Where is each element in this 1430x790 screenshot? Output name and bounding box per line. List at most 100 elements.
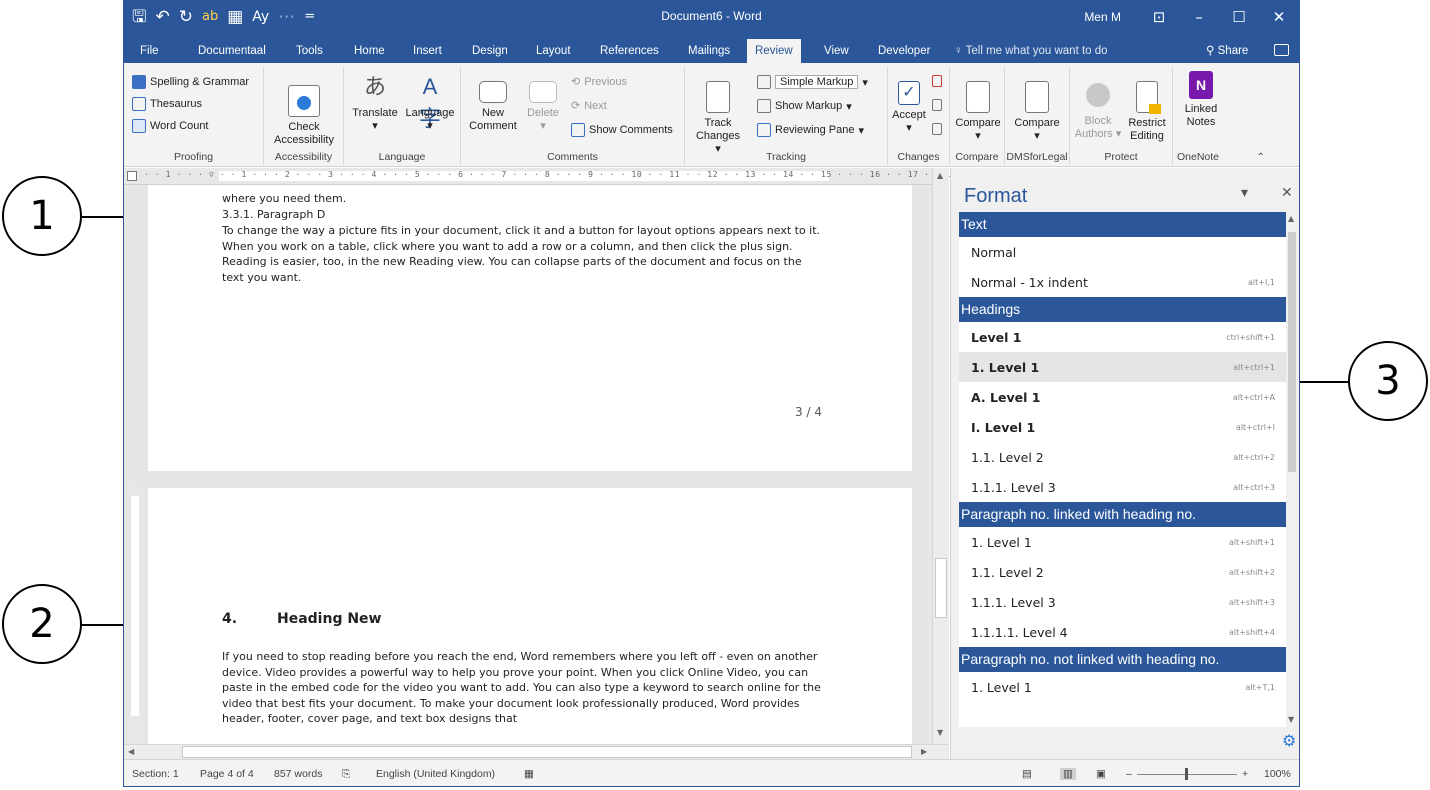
collapse-ribbon-icon[interactable]: ⌃ [1257, 152, 1265, 163]
style-item[interactable]: 1.1.1.1. Level 4 alt+shift+4 [959, 617, 1286, 647]
show-markup-button[interactable]: Show Markup ▾ [757, 99, 852, 113]
style-item[interactable]: Normal [959, 237, 1286, 267]
group-language: あ Translate ▾ A字 Language ▾ Language [344, 67, 461, 165]
status-page[interactable]: Page 4 of 4 [200, 768, 254, 780]
status-words[interactable]: 857 words [274, 768, 322, 780]
ribbon-display-icon[interactable]: ⊡ [1139, 8, 1179, 26]
tab-selector-icon[interactable] [127, 171, 137, 181]
minimize-icon[interactable]: – [1179, 8, 1219, 26]
next-comment-button[interactable]: ⟳ Next [571, 99, 607, 113]
language-icon: A字 [418, 74, 441, 131]
list-scroll-down-icon[interactable]: ▼ [1288, 715, 1294, 724]
next-change-button[interactable] [932, 123, 942, 135]
list-scroll-thumb[interactable] [1288, 232, 1296, 472]
word-count-button[interactable]: Word Count [132, 119, 209, 133]
tab-developer[interactable]: Developer [870, 39, 938, 63]
show-comments-button[interactable]: Show Comments [571, 123, 673, 137]
reviewing-pane-button[interactable]: Reviewing Pane ▾ [757, 123, 864, 137]
style-item[interactable]: 1. Level 1 alt+T,1 [959, 672, 1286, 702]
zoom-level[interactable]: 100% [1264, 768, 1291, 780]
web-layout-icon[interactable]: ▣ [1096, 768, 1106, 780]
zoom-slider-thumb[interactable] [1185, 768, 1188, 780]
scroll-up-icon[interactable]: ▲ [937, 171, 943, 180]
style-item[interactable]: 1.1.1. Level 3 alt+shift+3 [959, 587, 1286, 617]
horizontal-ruler[interactable]: · · 1 · · · ▽ · · 1 · · · 2 · · · 3 · · … [124, 168, 967, 185]
translate-button[interactable]: あ Translate ▾ [350, 71, 400, 133]
tab-mailings[interactable]: Mailings [680, 39, 738, 63]
hscroll-thumb[interactable] [182, 746, 912, 758]
tab-view[interactable]: View [816, 39, 857, 63]
style-item[interactable]: 1.1. Level 2 alt+ctrl+2 [959, 442, 1286, 472]
tab-file[interactable]: File [132, 39, 167, 63]
accept-button[interactable]: ✓ Accept ▾ [892, 71, 926, 135]
dms-compare-button[interactable]: Compare ▾ [1011, 71, 1063, 143]
document-area[interactable]: where you need them. 3.3.1. Paragraph D … [124, 185, 932, 744]
language-button[interactable]: A字 Language ▾ [402, 71, 458, 133]
tab-references[interactable]: References [592, 39, 667, 63]
restrict-editing-button[interactable]: Restrict Editing [1124, 71, 1170, 143]
settings-gear-icon[interactable]: ⚙ [1282, 731, 1296, 750]
new-comment-button[interactable]: New Comment [467, 71, 519, 133]
markup-icon [757, 75, 771, 89]
style-item[interactable]: Level 1 ctrl+shift+1 [959, 322, 1286, 352]
title-bar: 🖫 ↶ ↻ ab ▦ Ay ⋯ = Document6 - Word Men M… [124, 1, 1299, 33]
style-item[interactable]: I. Level 1 alt+ctrl+I [959, 412, 1286, 442]
delete-comment-button[interactable]: Delete ▾ [523, 71, 563, 133]
previous-comment-button[interactable]: ⟲ Previous [571, 75, 627, 89]
user-name[interactable]: Men M [1084, 10, 1121, 24]
list-scroll-up-icon[interactable]: ▲ [1288, 214, 1294, 223]
style-item[interactable]: 1. Level 1 alt+ctrl+1 [959, 352, 1286, 382]
pane-options-icon[interactable]: ▾ [1241, 185, 1248, 201]
block-authors-button[interactable]: Block Authors ▾ [1074, 71, 1122, 141]
display-for-review-dropdown[interactable]: Simple Markup ▾ [757, 75, 868, 89]
previous-change-icon [932, 99, 942, 111]
scroll-down-icon[interactable]: ▼ [937, 728, 943, 737]
pane-close-icon[interactable]: ✕ [1281, 185, 1293, 201]
macro-recording-icon[interactable]: ▦ [524, 768, 534, 780]
tab-documentaal[interactable]: Documentaal [190, 39, 274, 63]
page-3[interactable]: where you need them. 3.3.1. Paragraph D … [148, 185, 912, 471]
spelling-grammar-button[interactable]: Spelling & Grammar [132, 75, 249, 89]
zoom-out-icon[interactable]: – [1126, 768, 1132, 780]
thesaurus-button[interactable]: Thesaurus [132, 97, 202, 111]
document-vertical-scrollbar[interactable]: ▲ ▼ [932, 168, 949, 744]
read-mode-icon[interactable]: ▤ [1022, 768, 1032, 780]
maximize-icon[interactable]: ☐ [1219, 8, 1259, 26]
scroll-left-icon[interactable]: ◀ [128, 747, 134, 756]
previous-change-button[interactable] [932, 99, 942, 111]
previous-icon: ⟲ [571, 76, 581, 88]
zoom-in-icon[interactable]: + [1242, 768, 1248, 780]
vertical-ruler[interactable] [129, 486, 141, 744]
share-button[interactable]: ⚲ Share [1206, 39, 1248, 63]
tell-me-search[interactable]: ♀ Tell me what you want to do [954, 39, 1108, 63]
proofing-status-icon[interactable]: ⎘ [342, 768, 350, 781]
status-section[interactable]: Section: 1 [132, 768, 179, 780]
style-item[interactable]: 1.1. Level 2 alt+shift+2 [959, 557, 1286, 587]
style-list-scrollbar[interactable]: ▲ ▼ [1286, 212, 1298, 727]
comments-icon[interactable] [1274, 44, 1289, 56]
style-item[interactable]: 1. Level 1 alt+shift+1 [959, 527, 1286, 557]
check-accessibility-button[interactable]: Check Accessibility [272, 71, 336, 147]
tab-design[interactable]: Design [464, 39, 516, 63]
tab-insert[interactable]: Insert [405, 39, 450, 63]
track-changes-button[interactable]: Track Changes ▾ [695, 71, 741, 156]
tab-tools[interactable]: Tools [288, 39, 331, 63]
style-item-label: 1.1. Level 2 [971, 449, 1044, 465]
tab-review[interactable]: Review [747, 39, 801, 63]
scroll-thumb[interactable] [935, 558, 947, 618]
status-language[interactable]: English (United Kingdom) [376, 768, 495, 780]
print-layout-icon[interactable]: ▥ [1060, 768, 1076, 780]
tab-home[interactable]: Home [346, 39, 393, 63]
page-4[interactable]: 4. Heading New If you need to stop readin… [148, 488, 912, 744]
close-icon[interactable]: ✕ [1259, 8, 1299, 26]
page1-line: where you need them. [222, 192, 347, 205]
document-horizontal-scrollbar[interactable]: ◀ ▶ [124, 744, 949, 759]
style-item[interactable]: 1.1.1. Level 3 alt+ctrl+3 [959, 472, 1286, 502]
scroll-right-icon[interactable]: ▶ [921, 747, 927, 756]
style-item[interactable]: Normal - 1x indent alt+I,1 [959, 267, 1286, 297]
tab-layout[interactable]: Layout [528, 39, 579, 63]
reject-button[interactable] [932, 75, 942, 87]
style-item[interactable]: A. Level 1 alt+ctrl+A [959, 382, 1286, 412]
linked-notes-button[interactable]: N Linked Notes [1179, 71, 1223, 129]
compare-button[interactable]: Compare ▾ [952, 71, 1004, 143]
